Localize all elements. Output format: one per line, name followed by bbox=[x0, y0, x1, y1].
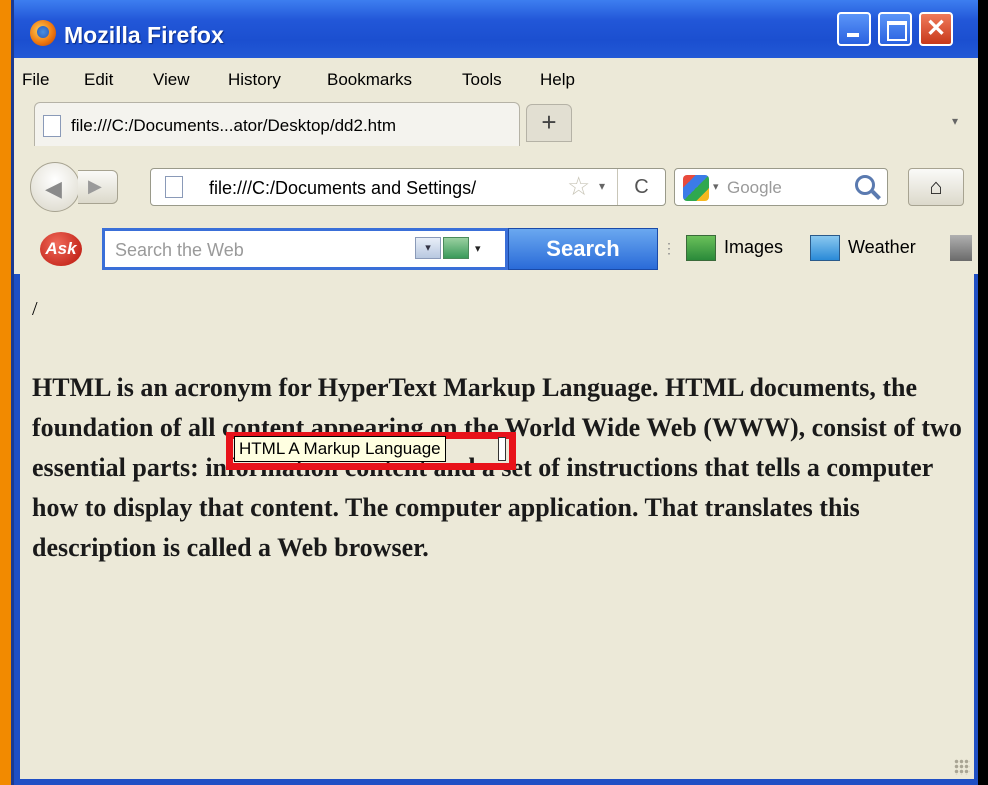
menu-bookmarks[interactable]: Bookmarks bbox=[327, 70, 412, 90]
menu-file[interactable]: File bbox=[22, 70, 49, 90]
tab-list-icon[interactable]: ▾ bbox=[952, 114, 958, 128]
menu-history[interactable]: History bbox=[228, 70, 281, 90]
browser-window: Mozilla Firefox ✕ File Edit View History… bbox=[14, 0, 980, 785]
page-slash: / bbox=[32, 298, 38, 320]
page-content: / HTML is an acronym for HyperText Marku… bbox=[20, 274, 974, 779]
menu-tools[interactable]: Tools bbox=[462, 70, 502, 90]
google-search-placeholder: Google bbox=[727, 178, 782, 197]
engine-dropdown-icon[interactable]: ▾ bbox=[713, 180, 719, 193]
menu-view[interactable]: View bbox=[153, 70, 190, 90]
tab-title: file:///C:/Documents...ator/Desktop/dd2.… bbox=[71, 116, 397, 135]
url-text[interactable]: file:///C:/Documents and Settings/ bbox=[209, 178, 476, 199]
ask-search-input[interactable]: Search the Web ▾ ▾ bbox=[102, 228, 508, 270]
ask-search-button[interactable]: Search bbox=[508, 228, 658, 270]
bookmark-star-icon[interactable]: ☆ bbox=[567, 171, 590, 202]
back-button[interactable]: ◀ bbox=[30, 162, 80, 212]
menu-bar: File Edit View History Bookmarks Tools H… bbox=[14, 66, 980, 96]
url-bar[interactable]: file:///C:/Documents and Settings/ ☆ ▾ C bbox=[150, 168, 666, 206]
resize-grip-icon[interactable] bbox=[954, 759, 970, 775]
more-icon[interactable] bbox=[950, 235, 972, 261]
firefox-logo-icon bbox=[30, 20, 56, 46]
outer-frame-right bbox=[978, 0, 988, 785]
window-title: Mozilla Firefox bbox=[64, 22, 224, 48]
minimize-icon bbox=[839, 14, 869, 44]
ask-search-placeholder: Search the Web bbox=[115, 240, 244, 260]
new-tab-button[interactable]: + bbox=[526, 104, 572, 142]
browser-chrome: File Edit View History Bookmarks Tools H… bbox=[14, 58, 980, 274]
menu-help[interactable]: Help bbox=[540, 70, 575, 90]
ask-toolbar: Ask Search the Web ▾ ▾ Search ⋮ Images W… bbox=[14, 224, 980, 274]
toolbar-separator-icon[interactable]: ⋮ bbox=[662, 240, 676, 257]
navigation-bar: ◀ ▶ file:///C:/Documents and Settings/ ☆… bbox=[14, 154, 980, 218]
page-icon bbox=[165, 176, 183, 198]
home-icon: ⌂ bbox=[929, 174, 943, 199]
ask-history-dropdown-icon[interactable]: ▾ bbox=[415, 237, 441, 259]
close-button[interactable]: ✕ bbox=[919, 12, 953, 46]
ask-logo[interactable]: Ask bbox=[40, 232, 82, 266]
search-icon[interactable] bbox=[855, 175, 875, 195]
page-icon bbox=[43, 115, 61, 137]
menu-edit[interactable]: Edit bbox=[84, 70, 113, 90]
forward-arrow-icon: ▶ bbox=[88, 176, 102, 196]
tab-strip: file:///C:/Documents...ator/Desktop/dd2.… bbox=[14, 100, 980, 146]
text-cursor bbox=[498, 437, 506, 461]
maximize-icon bbox=[880, 14, 910, 44]
tooltip: HTML A Markup Language bbox=[234, 436, 446, 462]
images-icon[interactable] bbox=[686, 235, 716, 261]
back-arrow-icon: ◀ bbox=[45, 176, 62, 201]
window-bottom-border bbox=[14, 779, 980, 785]
weather-icon[interactable] bbox=[810, 235, 840, 261]
ask-engine-dropdown-icon[interactable]: ▾ bbox=[475, 242, 481, 255]
title-bar[interactable]: Mozilla Firefox ✕ bbox=[14, 0, 980, 58]
google-engine-icon[interactable] bbox=[683, 175, 709, 201]
home-button[interactable]: ⌂ bbox=[908, 168, 964, 206]
url-history-dropdown-icon[interactable]: ▾ bbox=[599, 179, 605, 193]
forward-button[interactable]: ▶ bbox=[78, 170, 118, 204]
reload-button[interactable]: C bbox=[617, 169, 665, 205]
ask-engine-icon[interactable] bbox=[443, 237, 469, 259]
google-search-box[interactable]: ▾ Google bbox=[674, 168, 888, 206]
minimize-button[interactable] bbox=[837, 12, 871, 46]
weather-button[interactable]: Weather bbox=[848, 237, 916, 258]
tab-dd2[interactable]: file:///C:/Documents...ator/Desktop/dd2.… bbox=[34, 102, 520, 146]
maximize-button[interactable] bbox=[878, 12, 912, 46]
close-icon: ✕ bbox=[925, 15, 947, 42]
outer-frame-left bbox=[0, 0, 14, 785]
images-button[interactable]: Images bbox=[724, 237, 783, 258]
